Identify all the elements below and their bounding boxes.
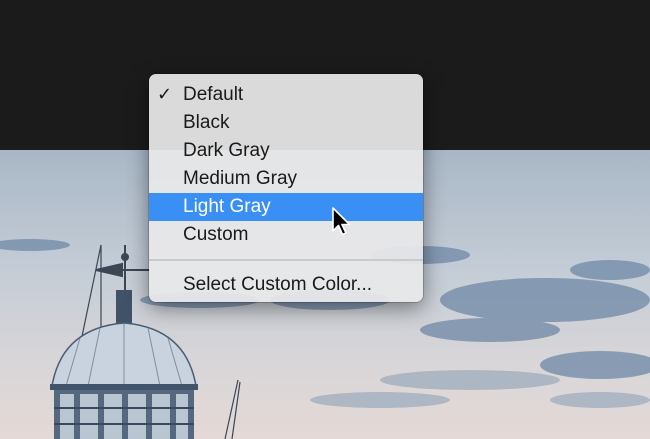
menu-item-label: Default (183, 84, 244, 105)
menu-item-dark-gray[interactable]: Dark Gray (149, 137, 423, 165)
menu-item-label: Select Custom Color... (183, 274, 373, 295)
menu-item-default[interactable]: ✓ Default (149, 81, 423, 109)
menu-item-select-custom-color[interactable]: Select Custom Color... (149, 271, 423, 299)
menu-item-medium-gray[interactable]: Medium Gray (149, 165, 423, 193)
context-menu: ✓ Default Black Dark Gray Medium Gray Li… (149, 74, 423, 302)
menu-item-label: Black (183, 112, 230, 133)
arrow-pointer-icon (332, 207, 351, 236)
menu-item-light-gray[interactable]: Light Gray (149, 193, 423, 221)
menu-item-label: Medium Gray (183, 168, 298, 189)
menu-item-label: Custom (183, 224, 249, 245)
menu-separator (149, 259, 423, 261)
menu-item-label: Light Gray (183, 196, 271, 217)
menu-item-black[interactable]: Black (149, 109, 423, 137)
menu-item-custom[interactable]: Custom (149, 221, 423, 249)
menu-item-label: Dark Gray (183, 140, 270, 161)
checkmark-icon: ✓ (157, 84, 173, 105)
